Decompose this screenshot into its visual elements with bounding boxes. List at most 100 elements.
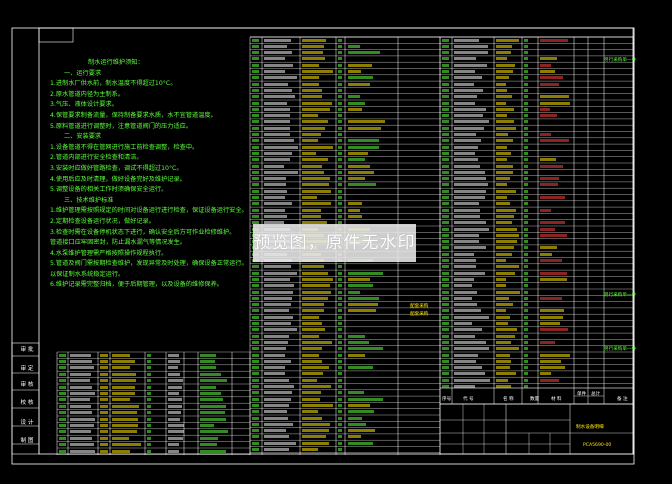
cell-mark xyxy=(496,334,516,338)
cell-mark xyxy=(496,151,511,155)
drawing-title: 制水设备明细 xyxy=(576,425,604,430)
cell-mark xyxy=(496,271,515,275)
cell-mark xyxy=(442,347,449,351)
cell-mark xyxy=(442,95,449,99)
cell-mark xyxy=(348,44,361,48)
cell-mark xyxy=(454,347,489,351)
cell-mark xyxy=(168,436,183,440)
cell-mark xyxy=(302,403,334,407)
cell-mark xyxy=(100,430,108,434)
header-name: 名 称 xyxy=(503,397,514,402)
cell-mark xyxy=(454,189,487,193)
notes-line: 管道接口应牢固密封，防止漏水漏气等情况发生。 xyxy=(50,239,187,247)
cell-mark xyxy=(147,398,151,402)
cell-mark xyxy=(442,202,449,206)
cell-mark xyxy=(302,189,331,193)
cell-mark xyxy=(348,397,383,401)
cell-mark xyxy=(338,107,342,111)
cell-mark xyxy=(264,82,288,86)
cell-mark xyxy=(540,114,558,118)
cell-mark xyxy=(348,435,362,439)
cell-mark xyxy=(496,315,511,319)
cell-mark xyxy=(496,177,510,181)
cell-mark xyxy=(70,391,96,395)
cell-mark xyxy=(264,164,285,168)
cell-mark xyxy=(200,449,226,453)
cell-mark xyxy=(524,44,528,48)
cell-mark xyxy=(348,139,380,143)
cell-mark xyxy=(264,271,297,275)
cell-mark xyxy=(264,101,288,105)
notes-line: 4.保管要求制备流量，保持制备要求水质，水不宜管道温度。 xyxy=(50,111,217,119)
cell-mark xyxy=(442,271,449,275)
cell-mark xyxy=(442,126,449,130)
cell-mark xyxy=(252,315,259,319)
cell-mark xyxy=(264,328,298,332)
cell-mark xyxy=(454,303,477,307)
notes-line: 2.原水管道内径为主制系。 xyxy=(50,90,124,98)
cell-mark xyxy=(264,114,291,118)
cell-mark xyxy=(252,133,259,136)
cell-mark xyxy=(348,76,374,80)
cell-mark xyxy=(252,416,259,420)
cell-mark xyxy=(454,385,475,388)
cell-mark xyxy=(302,95,323,99)
right-note: 另行采购单一件 xyxy=(604,58,637,63)
cell-mark xyxy=(302,359,322,363)
cell-mark xyxy=(70,449,95,453)
cell-mark xyxy=(348,391,365,395)
cell-mark xyxy=(442,189,449,193)
cell-mark xyxy=(540,372,551,376)
cell-mark xyxy=(338,63,342,67)
cell-mark xyxy=(348,416,363,420)
cell-mark xyxy=(338,309,342,313)
cell-mark xyxy=(442,227,449,231)
cell-mark xyxy=(454,38,479,42)
cell-mark xyxy=(168,443,179,447)
cell-mark xyxy=(524,322,528,325)
cell-mark xyxy=(338,366,342,370)
cell-mark xyxy=(252,429,259,433)
cell-mark xyxy=(147,385,151,389)
cell-mark xyxy=(540,57,557,61)
cell-mark xyxy=(496,88,508,92)
cell-mark xyxy=(302,82,320,86)
cell-mark xyxy=(348,101,365,105)
header-material: 材 料 xyxy=(551,397,562,402)
cell-mark xyxy=(540,322,561,325)
cell-mark xyxy=(264,145,298,149)
cell-mark xyxy=(200,423,215,427)
cell-mark xyxy=(496,57,507,61)
cell-mark xyxy=(524,82,528,86)
header-qty: 数量 xyxy=(530,397,540,402)
cell-mark xyxy=(338,303,342,307)
cell-mark xyxy=(302,51,324,55)
cell-mark xyxy=(112,353,131,357)
cell-mark xyxy=(264,208,285,212)
cell-mark xyxy=(252,44,259,48)
cell-mark xyxy=(348,403,370,407)
cell-mark xyxy=(252,322,259,325)
cell-mark xyxy=(524,101,528,105)
cell-mark xyxy=(100,443,108,447)
cell-mark xyxy=(252,410,259,414)
cell-mark xyxy=(540,296,563,300)
cell-mark xyxy=(252,271,259,275)
side-label-approve: 审 批 xyxy=(20,347,34,353)
cell-mark xyxy=(454,202,480,206)
cell-mark xyxy=(264,416,288,420)
cell-mark xyxy=(496,290,520,294)
cell-mark xyxy=(302,202,331,206)
cell-mark xyxy=(302,391,322,395)
cell-mark xyxy=(454,70,475,73)
cell-mark xyxy=(540,63,552,67)
cell-mark xyxy=(252,334,259,338)
cell-mark xyxy=(540,271,567,275)
cell-mark xyxy=(338,296,342,300)
cell-mark xyxy=(338,441,342,445)
cell-mark xyxy=(252,290,259,294)
cell-mark xyxy=(252,158,259,162)
cell-mark xyxy=(338,397,342,401)
cell-mark xyxy=(348,366,374,370)
cell-mark xyxy=(442,372,449,376)
